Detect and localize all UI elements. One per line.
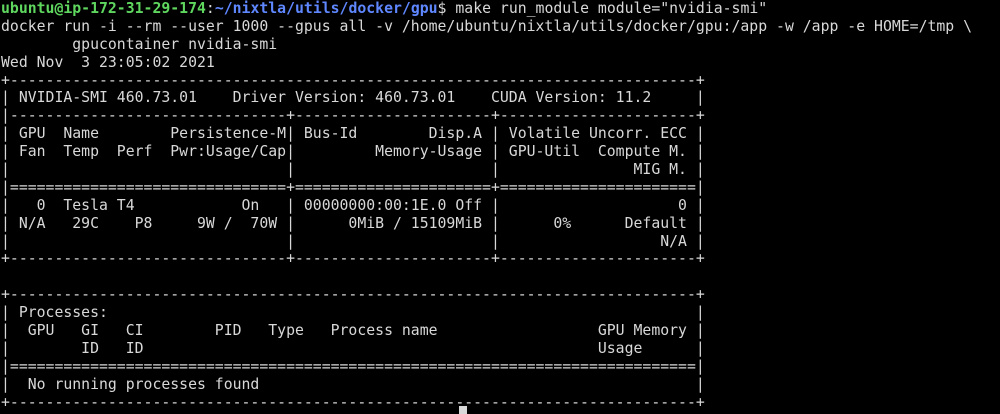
smi-gpu-row-1: | 0 Tesla T4 On | 00000000:00:1E.0 Off |… <box>1 196 705 214</box>
prompt-line: ubuntu@ip-172-31-29-174:~/nixtla/utils/d… <box>1 0 1000 18</box>
processes-header-separator: |=======================================… <box>1 357 705 375</box>
processes-table-border-top: +---------------------------------------… <box>1 286 705 304</box>
smi-table-divider: |-------------------------------+-------… <box>1 107 705 125</box>
processes-empty-message: | No running processes found | <box>1 375 705 393</box>
output-line-docker-command-cont: gpucontainer nvidia-smi <box>1 35 278 53</box>
smi-header-versions: | NVIDIA-SMI 460.73.01 Driver Version: 4… <box>1 89 705 107</box>
smi-header-separator: |===============================+=======… <box>1 178 705 196</box>
prompt-command: make run_module module="nvidia-smi" <box>446 0 768 17</box>
output-line-timestamp: Wed Nov 3 23:05:02 2021 <box>1 53 215 71</box>
smi-table-border-top: +---------------------------------------… <box>1 71 705 89</box>
terminal-window[interactable]: ubuntu@ip-172-31-29-174:~/nixtla/utils/d… <box>0 0 1000 414</box>
processes-table-border-bottom: +---------------------------------------… <box>1 393 705 411</box>
prompt-user-host: ubuntu@ip-172-31-29-174 <box>1 0 206 17</box>
smi-table-border-bottom: +-------------------------------+-------… <box>1 250 705 268</box>
processes-title: | Processes: | <box>1 304 705 322</box>
output-line-docker-command: docker run -i --rm --user 1000 --gpus al… <box>1 17 973 35</box>
processes-column-header-1: | GPU GI CI PID Type Process name GPU Me… <box>1 322 705 340</box>
smi-column-header-2: | Fan Temp Perf Pwr:Usage/Cap| Memory-Us… <box>1 143 705 161</box>
smi-column-header-1: | GPU Name Persistence-M| Bus-Id Disp.A … <box>1 125 705 143</box>
processes-column-header-2: | ID ID Usage | <box>1 339 705 357</box>
prompt-path: ~/nixtla/utils/docker/gpu <box>214 0 438 17</box>
smi-column-header-3: | | | MIG M. | <box>1 161 705 179</box>
terminal-cursor <box>459 406 467 414</box>
smi-gpu-row-2: | N/A 29C P8 9W / 70W | 0MiB / 15109MiB … <box>1 214 705 232</box>
smi-gpu-row-3: | | | N/A | <box>1 232 705 250</box>
prompt-separator: : <box>205 0 215 17</box>
